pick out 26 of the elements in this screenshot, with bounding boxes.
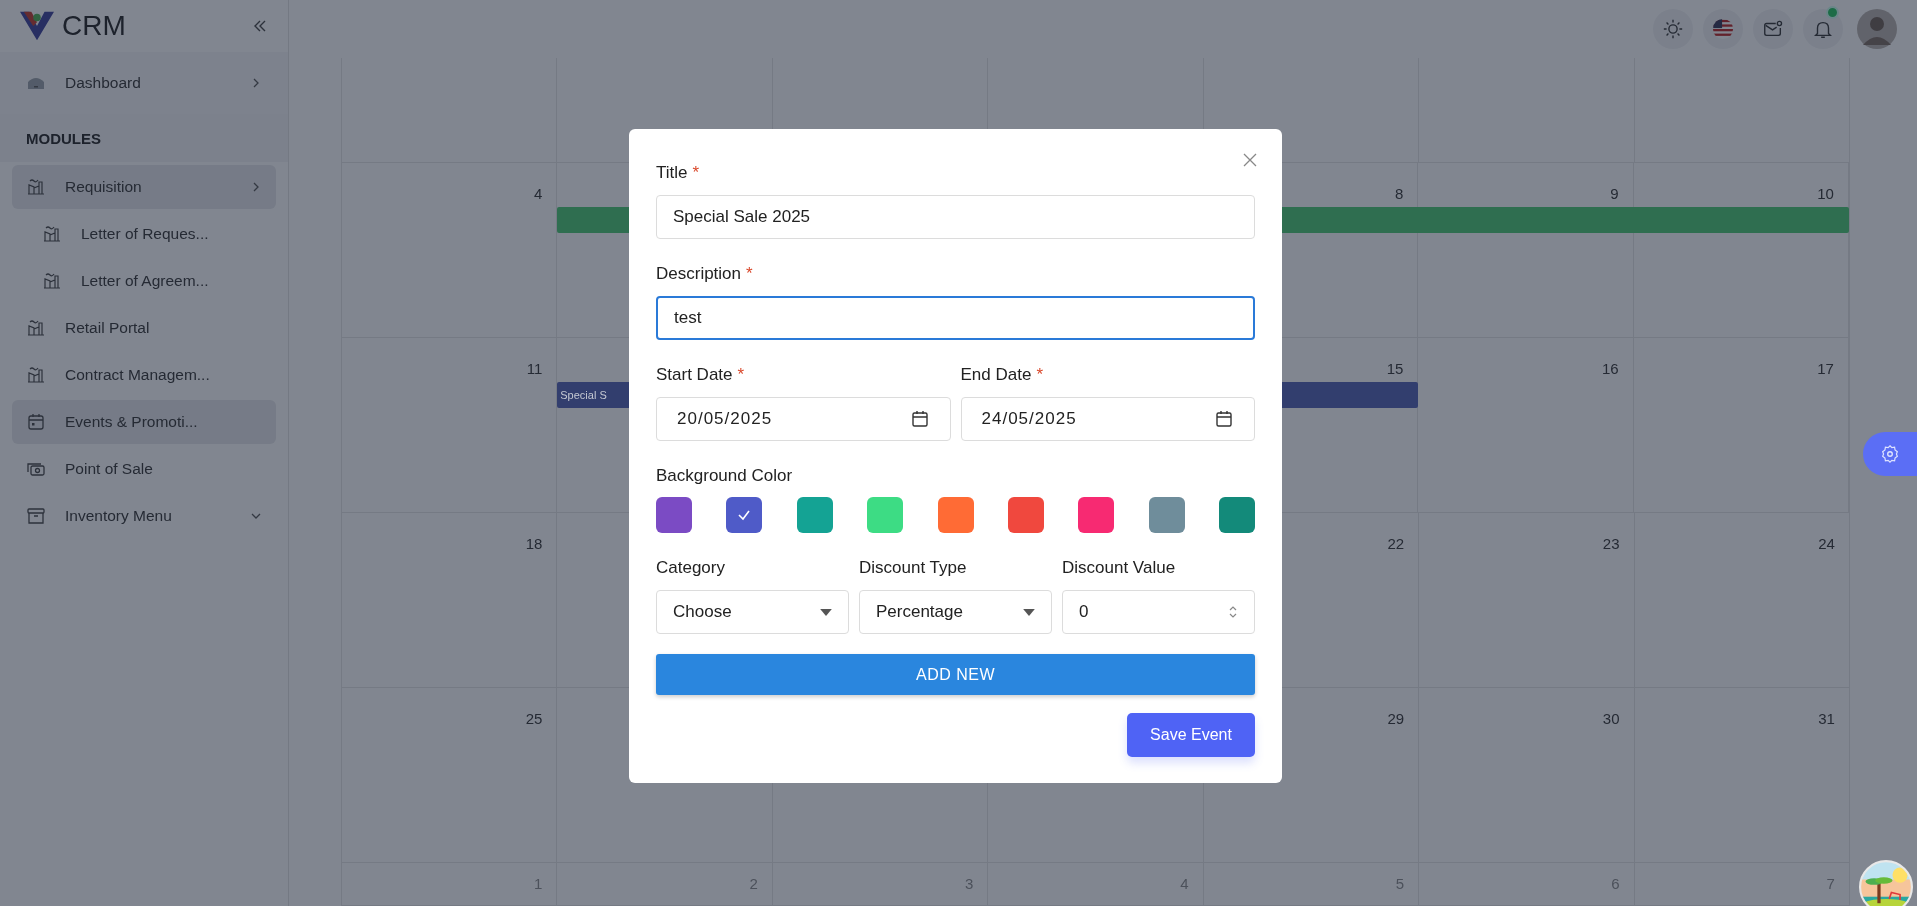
day-number: 9 xyxy=(1610,185,1619,202)
day-number: 8 xyxy=(1395,185,1404,202)
section-heading: MODULES xyxy=(26,129,101,147)
day-number: 29 xyxy=(1387,710,1405,727)
day-number: 23 xyxy=(1602,535,1620,552)
day-number: 31 xyxy=(1818,710,1835,727)
field-label: Discount Value xyxy=(1062,558,1176,577)
day-number: 15 xyxy=(1386,360,1404,377)
day-number: 17 xyxy=(1817,360,1834,377)
field-label: Discount Type xyxy=(859,558,967,577)
day-number: 24 xyxy=(1818,535,1835,552)
field-label: End Date * xyxy=(960,365,1043,384)
field-label: Background Color xyxy=(656,466,793,485)
field-label: Title * xyxy=(656,163,700,182)
day-number: 22 xyxy=(1387,535,1405,552)
field-label: Category xyxy=(656,558,725,577)
day-number: 10 xyxy=(1817,185,1834,202)
day-number: 16 xyxy=(1602,360,1619,377)
day-number: 11 xyxy=(526,360,543,377)
field-label: Description * xyxy=(656,264,753,283)
field-label: Start Date * xyxy=(656,365,745,384)
day-number: 18 xyxy=(525,535,543,552)
day-number: 30 xyxy=(1602,710,1620,727)
logo-text: CRM xyxy=(62,10,127,42)
day-number: 25 xyxy=(525,710,543,727)
day-number: 4 xyxy=(533,185,543,202)
